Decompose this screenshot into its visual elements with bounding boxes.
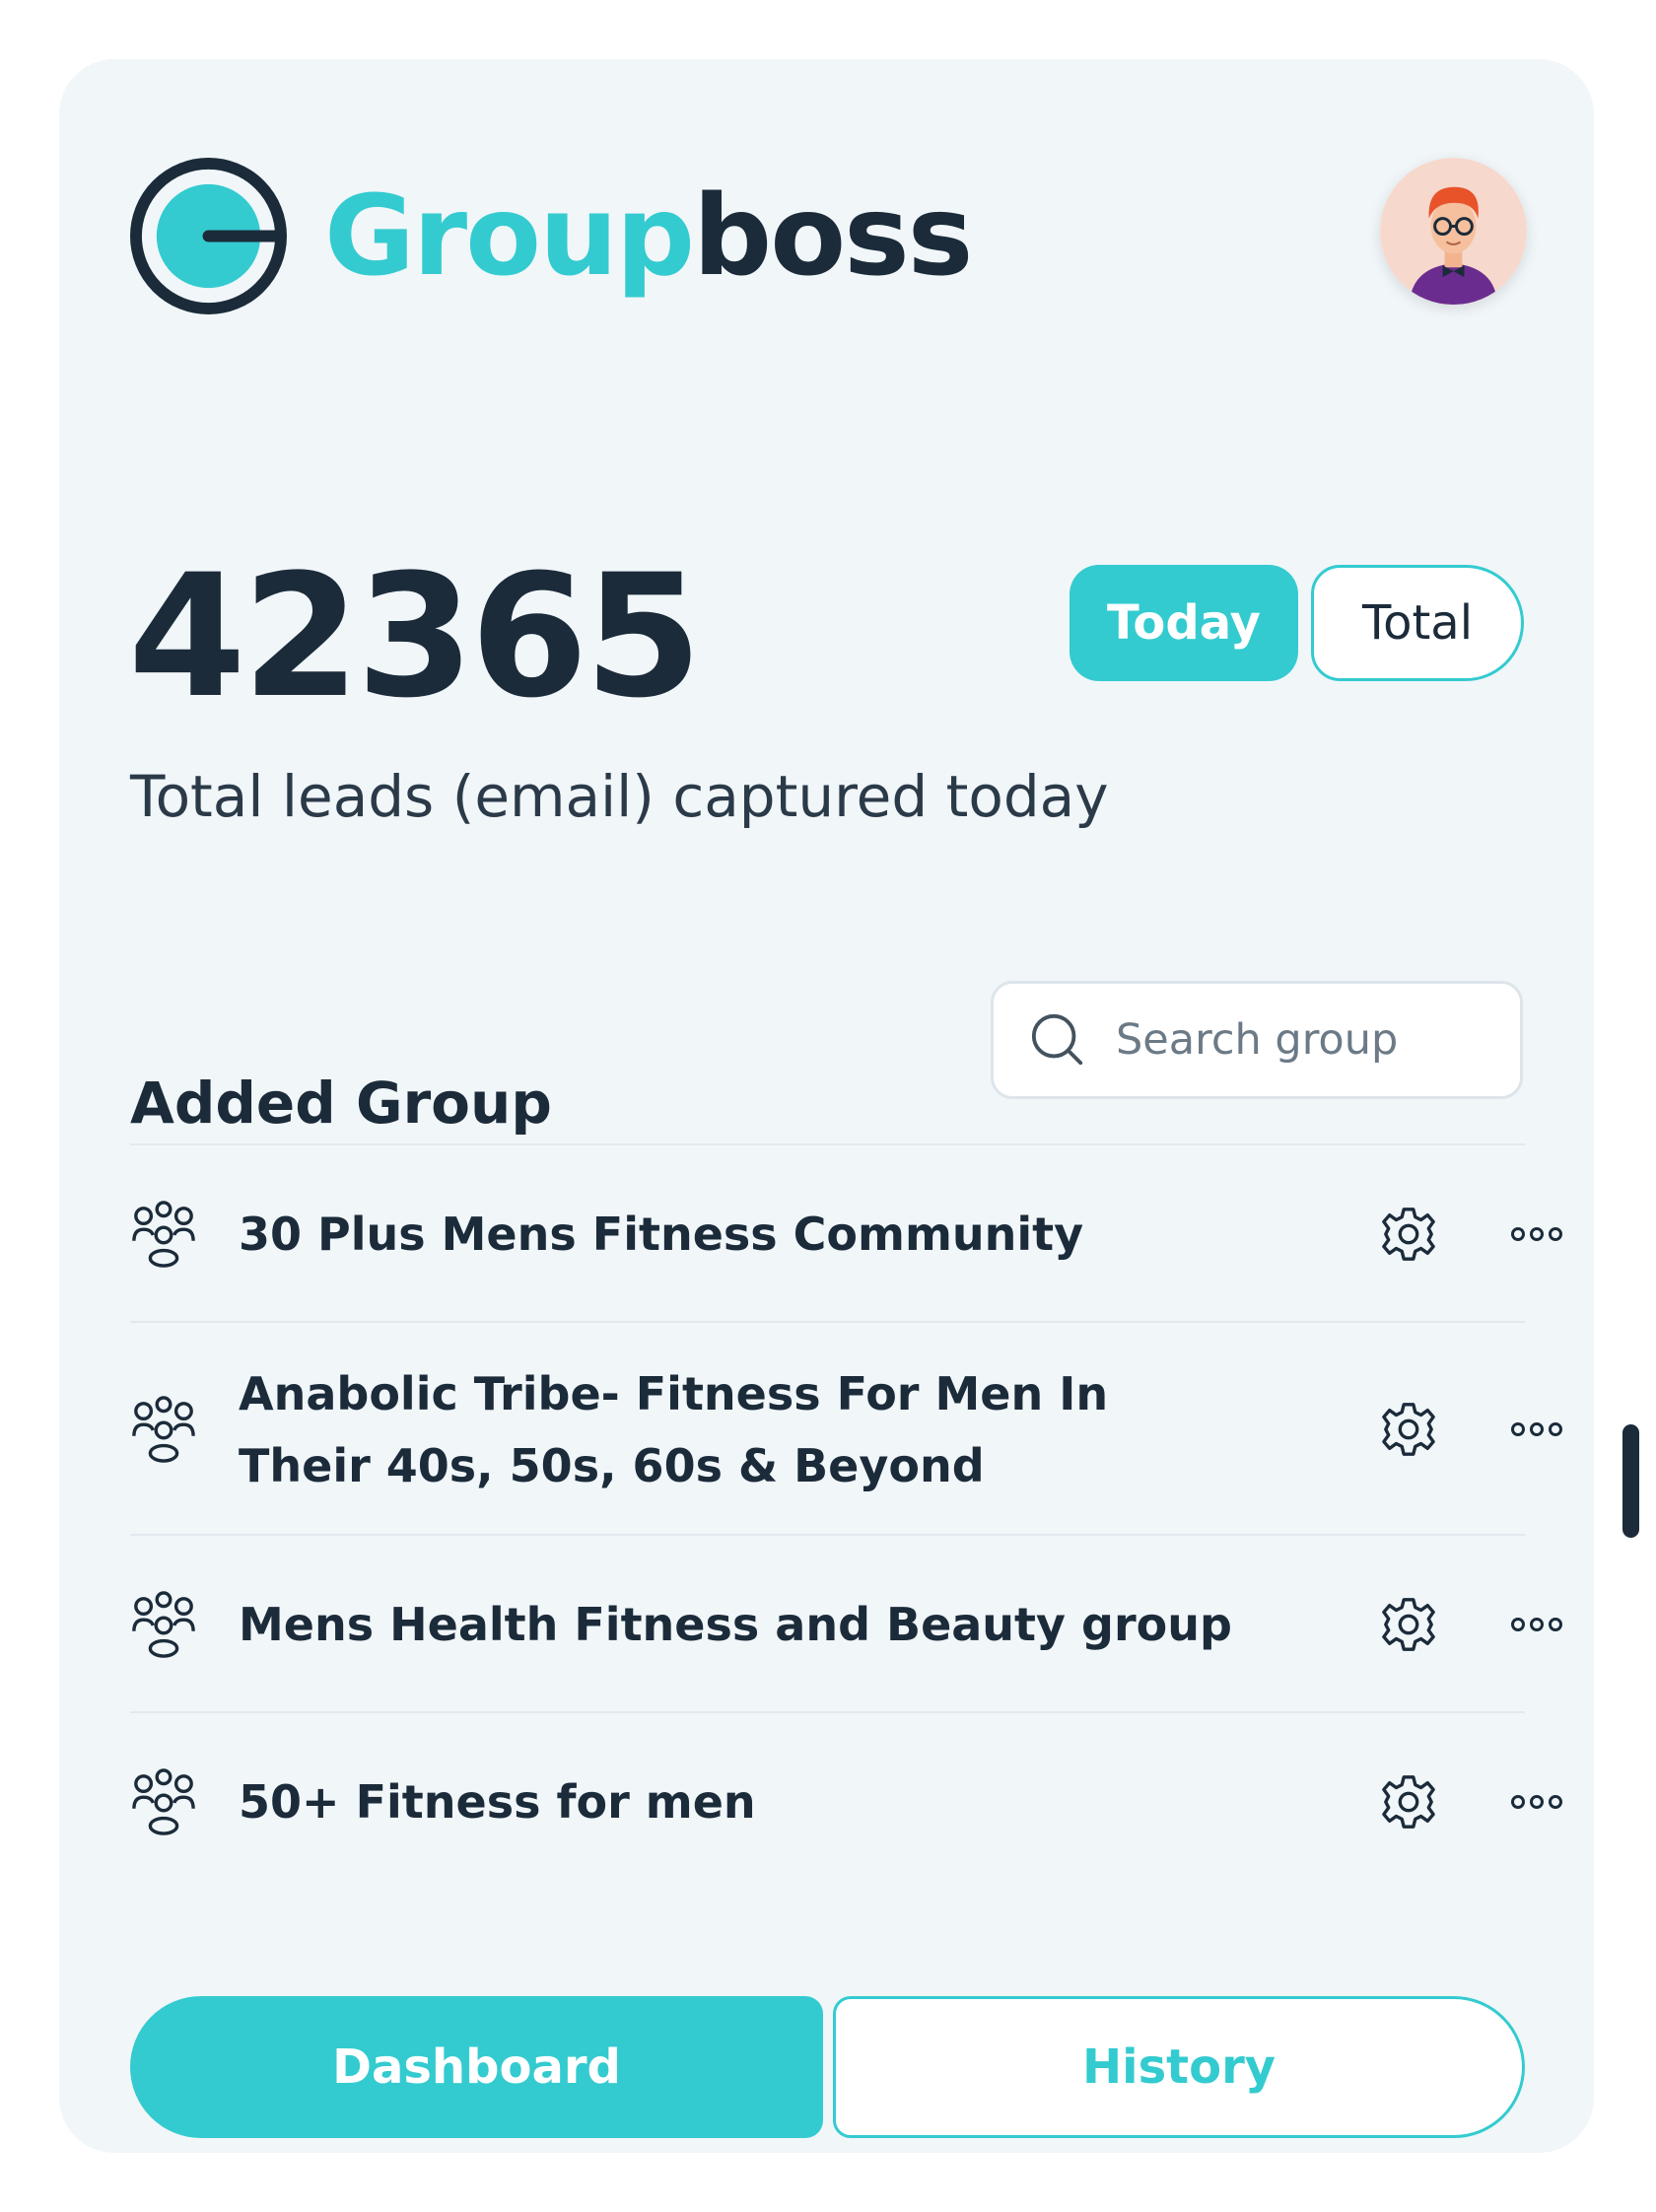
- group-list: 30 Plus Mens Fitness Community Anabolic …: [130, 1143, 1562, 1889]
- groupboss-logo-icon: [130, 158, 287, 314]
- group-icon: [132, 1201, 195, 1268]
- list-scrollbar[interactable]: [1622, 1424, 1639, 1538]
- group-row[interactable]: 50+ Fitness for men: [130, 1711, 1562, 1889]
- brand-logo: Groupboss: [130, 158, 973, 314]
- group-icon: [132, 1768, 195, 1835]
- search-icon: [1031, 1013, 1083, 1066]
- brand-name: Groupboss: [324, 181, 973, 292]
- more-options-icon[interactable]: [1510, 1615, 1563, 1634]
- dashboard-button[interactable]: Dashboard: [130, 1996, 823, 2138]
- added-group-title: Added Group: [130, 1070, 552, 1137]
- group-icon: [132, 1591, 195, 1658]
- gear-icon[interactable]: [1380, 1773, 1437, 1831]
- more-options-icon[interactable]: [1510, 1792, 1563, 1812]
- group-name: 30 Plus Mens Fitness Community: [239, 1208, 1084, 1261]
- brand-name-part1: Group: [324, 172, 695, 301]
- group-row[interactable]: 30 Plus Mens Fitness Community: [130, 1143, 1562, 1321]
- group-name: 50+ Fitness for men: [239, 1775, 756, 1829]
- leads-caption: Total leads (email) captured today: [130, 763, 1109, 830]
- gear-icon[interactable]: [1380, 1401, 1437, 1458]
- group-name: Anabolic Tribe- Fitness For Men In Their…: [239, 1367, 1109, 1492]
- leads-count: 42365: [128, 537, 702, 735]
- gear-icon[interactable]: [1380, 1206, 1437, 1263]
- brand-name-part2: boss: [693, 172, 973, 301]
- more-options-icon[interactable]: [1510, 1419, 1563, 1439]
- history-button[interactable]: History: [833, 1996, 1525, 2138]
- group-icon: [132, 1396, 195, 1463]
- user-avatar[interactable]: [1380, 158, 1527, 305]
- more-options-icon[interactable]: [1510, 1224, 1563, 1244]
- user-avatar-icon: [1380, 158, 1527, 305]
- search-box[interactable]: [991, 981, 1523, 1099]
- search-input[interactable]: [1116, 1015, 1490, 1065]
- group-row[interactable]: Mens Health Fitness and Beauty group: [130, 1534, 1562, 1711]
- toggle-total-button[interactable]: Total: [1311, 565, 1524, 681]
- extension-panel: Groupboss 42365 Today Total Total leads …: [59, 59, 1639, 2153]
- group-name: Mens Health Fitness and Beauty group: [239, 1598, 1232, 1651]
- gear-icon[interactable]: [1380, 1596, 1437, 1653]
- toggle-today-button[interactable]: Today: [1070, 565, 1298, 681]
- group-row[interactable]: Anabolic Tribe- Fitness For Men In Their…: [130, 1321, 1562, 1534]
